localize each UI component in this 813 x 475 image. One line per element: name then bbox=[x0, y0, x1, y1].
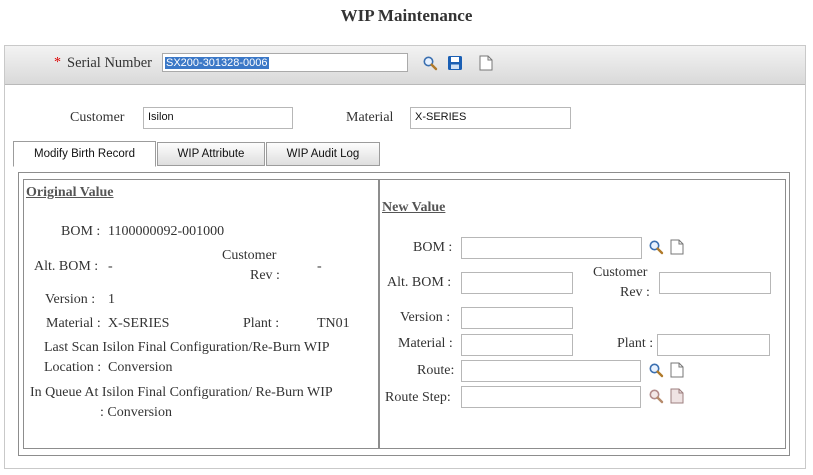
bom-search-icon[interactable] bbox=[648, 239, 664, 260]
new-plant-label: Plant : bbox=[617, 336, 654, 351]
new-bom-input[interactable] bbox=[461, 237, 642, 259]
original-last-scan-location-value: Conversion bbox=[108, 360, 173, 375]
original-last-scan-location-label: Location : bbox=[44, 360, 102, 375]
new-route-label: Route: bbox=[417, 363, 455, 378]
original-version-value: 1 bbox=[108, 292, 115, 307]
original-bom-value: 1100000092-001000 bbox=[108, 224, 225, 239]
bom-new-document-icon[interactable] bbox=[670, 239, 684, 260]
required-marker: * bbox=[54, 55, 61, 70]
new-value-heading: New Value bbox=[382, 200, 446, 215]
new-material-label: Material : bbox=[398, 336, 453, 351]
route-new-document-icon[interactable] bbox=[670, 362, 684, 383]
new-plant-input[interactable] bbox=[657, 334, 770, 356]
new-route-step-input[interactable] bbox=[461, 386, 641, 408]
original-value-panel bbox=[23, 179, 379, 449]
new-version-label: Version : bbox=[400, 310, 451, 325]
customer-field[interactable]: Isilon bbox=[143, 107, 293, 129]
new-alt-bom-label: Alt. BOM : bbox=[387, 275, 452, 290]
route-step-search-icon[interactable] bbox=[648, 388, 664, 409]
material-field[interactable]: X-SERIES bbox=[410, 107, 571, 129]
original-plant-value: TN01 bbox=[317, 316, 350, 331]
new-material-input[interactable] bbox=[461, 334, 573, 356]
new-bom-label: BOM : bbox=[413, 240, 453, 255]
route-step-new-document-icon[interactable] bbox=[670, 388, 684, 409]
tab-modify-birth-record[interactable]: Modify Birth Record bbox=[13, 141, 156, 167]
route-search-icon[interactable] bbox=[648, 362, 664, 383]
new-version-input[interactable] bbox=[461, 307, 573, 329]
tab-wip-audit-log[interactable]: WIP Audit Log bbox=[266, 142, 380, 166]
page-title: WIP Maintenance bbox=[340, 6, 473, 25]
original-customer-rev-label: Customer bbox=[222, 248, 277, 263]
original-customer-rev-label-2: Rev : bbox=[250, 268, 280, 283]
new-route-input[interactable] bbox=[461, 360, 641, 382]
save-icon[interactable] bbox=[447, 55, 463, 76]
original-in-queue-label: In Queue At Isilon Final Configuration/ … bbox=[30, 385, 333, 400]
tab-wip-attribute[interactable]: WIP Attribute bbox=[157, 142, 265, 166]
original-customer-rev-value: - bbox=[317, 259, 322, 274]
material-label: Material bbox=[346, 110, 394, 125]
new-customer-rev-label: Customer bbox=[593, 265, 648, 280]
new-customer-rev-label-2: Rev : bbox=[620, 285, 650, 300]
customer-label: Customer bbox=[70, 110, 125, 125]
original-material-value: X-SERIES bbox=[108, 316, 170, 331]
new-document-icon[interactable] bbox=[479, 55, 493, 76]
original-alt-bom-value: - bbox=[108, 259, 113, 274]
original-in-queue-value: : Conversion bbox=[100, 405, 172, 420]
new-alt-bom-input[interactable] bbox=[461, 272, 573, 294]
original-alt-bom-label: Alt. BOM : bbox=[34, 259, 99, 274]
serial-number-value: SX200-301328-0006 bbox=[165, 56, 269, 69]
original-version-label: Version : bbox=[45, 292, 96, 307]
new-route-step-label: Route Step: bbox=[385, 390, 451, 405]
original-material-label: Material : bbox=[46, 316, 101, 331]
serial-number-input[interactable]: SX200-301328-0006 bbox=[162, 53, 408, 72]
original-bom-label: BOM : bbox=[61, 224, 101, 239]
original-plant-label: Plant : bbox=[243, 316, 280, 331]
original-value-heading: Original Value bbox=[26, 185, 114, 200]
original-last-scan-label: Last Scan Isilon Final Configuration/Re-… bbox=[44, 340, 330, 355]
new-customer-rev-input[interactable] bbox=[659, 272, 771, 294]
serial-number-label: Serial Number bbox=[67, 55, 152, 71]
search-icon[interactable] bbox=[422, 55, 438, 76]
